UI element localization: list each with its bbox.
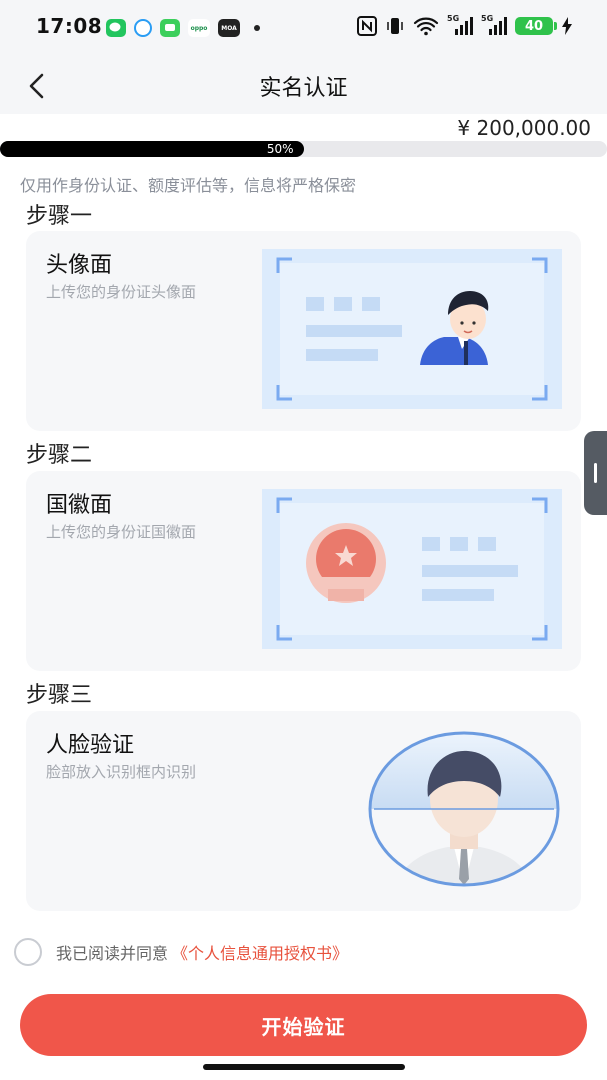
id-card-back-icon xyxy=(262,489,562,649)
progress-bar: 50% xyxy=(0,141,607,157)
id-back-title: 国徽面 xyxy=(46,493,113,518)
status-app-icons: oppo MOA xyxy=(106,19,260,37)
face-verify-title: 人脸验证 xyxy=(46,733,135,758)
agreement-text: 我已阅读并同意 xyxy=(56,944,169,963)
start-verification-button[interactable]: 开始验证 xyxy=(20,994,587,1056)
notification-dot-icon xyxy=(254,25,260,31)
wechat-icon xyxy=(106,19,126,37)
moa-icon: MOA xyxy=(218,19,240,37)
id-front-subtitle: 上传您的身份证头像面 xyxy=(46,283,197,301)
oppo-icon: oppo xyxy=(188,19,210,37)
agreement-row: 我已阅读并同意 《个人信息通用授权书》 xyxy=(14,938,348,966)
messages-icon xyxy=(160,19,180,37)
face-verify-card[interactable]: 人脸验证 脸部放入识别框内识别 xyxy=(26,711,581,911)
status-indicators: 5G 5G 40 xyxy=(357,14,573,36)
authorization-link[interactable]: 《个人信息通用授权书》 xyxy=(172,940,348,964)
id-back-subtitle: 上传您的身份证国徽面 xyxy=(46,523,197,541)
face-verify-subtitle: 脸部放入识别框内识别 xyxy=(46,763,197,781)
signal-2-icon: 5G xyxy=(481,14,507,36)
page-title: 实名认证 xyxy=(259,76,348,101)
credit-amount: ¥ 200,000.00 xyxy=(457,116,591,140)
wifi-icon xyxy=(413,17,439,36)
vibrate-icon xyxy=(387,18,403,34)
id-front-card[interactable]: 头像面 上传您的身份证头像面 xyxy=(26,231,581,431)
step-1-label: 步骤一 xyxy=(26,204,93,229)
home-indicator[interactable] xyxy=(203,1064,405,1070)
progress-fill: 50% xyxy=(0,141,304,157)
id-card-front-icon xyxy=(262,249,562,409)
side-drawer-handle[interactable] xyxy=(584,431,607,515)
step-3-label: 步骤三 xyxy=(26,683,93,708)
progress-label: 50% xyxy=(266,142,294,156)
signal-1-icon: 5G xyxy=(447,14,473,36)
step-2-label: 步骤二 xyxy=(26,443,93,468)
agree-checkbox[interactable] xyxy=(14,938,42,966)
privacy-notice: 仅用作身份认证、额度评估等，信息将严格保密 xyxy=(20,176,357,195)
status-bar: 17:08 oppo MOA 5G 5G 40 xyxy=(0,0,607,58)
charging-icon xyxy=(562,17,572,35)
battery-icon: 40 xyxy=(515,17,557,35)
status-time: 17:08 xyxy=(36,14,103,38)
id-front-title: 头像面 xyxy=(46,253,113,278)
face-scan-icon xyxy=(368,731,560,887)
id-back-card[interactable]: 国徽面 上传您的身份证国徽面 xyxy=(26,471,581,671)
nfc-icon xyxy=(357,16,377,36)
browser-icon xyxy=(134,19,152,37)
nav-bar: 实名认证 xyxy=(0,58,607,114)
